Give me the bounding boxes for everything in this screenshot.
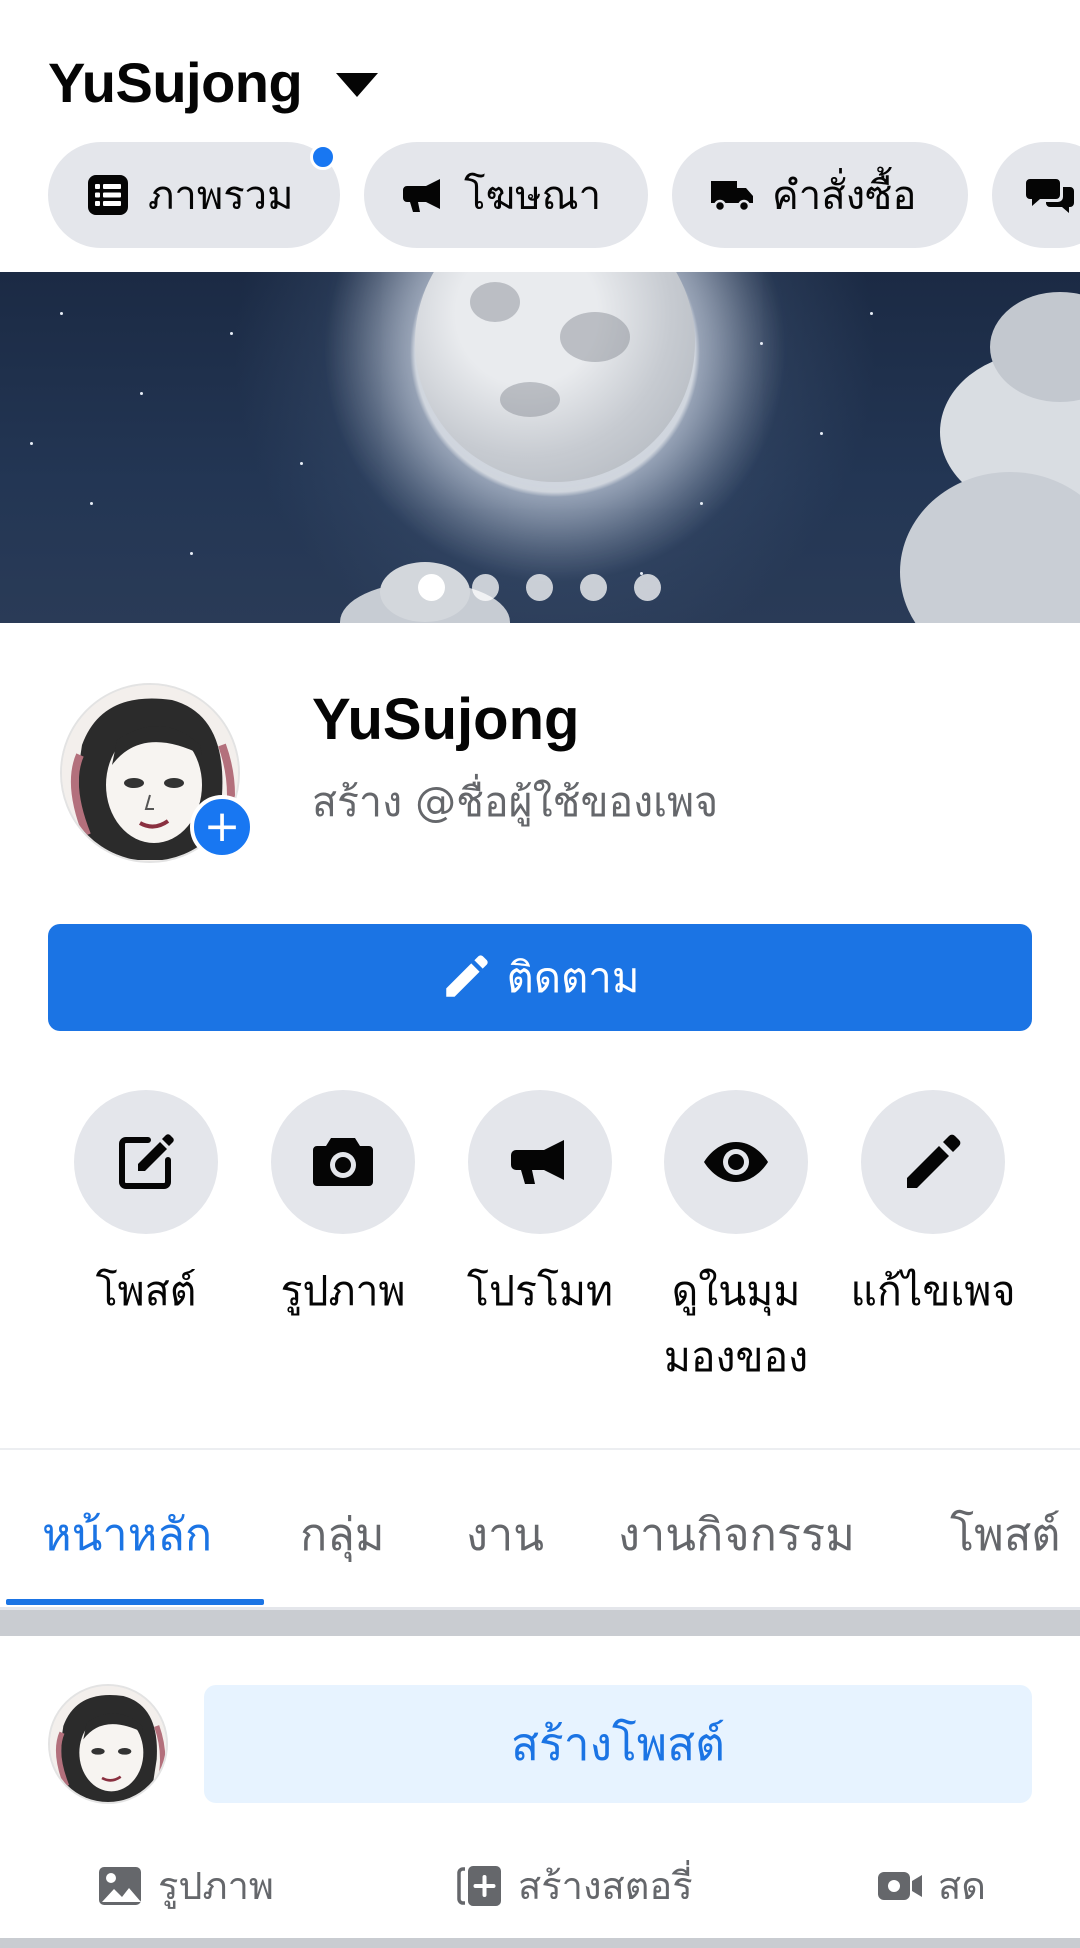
add-story-icon: [457, 1865, 501, 1906]
action-label: โปรโมท: [466, 1267, 614, 1315]
eye-icon: [704, 1142, 768, 1182]
create-username-link[interactable]: สร้าง @ชื่อผู้ใช้ของเพจ: [312, 770, 718, 835]
follow-button[interactable]: ติดตาม: [48, 924, 1032, 1031]
action-post-circle[interactable]: [74, 1090, 218, 1234]
star: [230, 332, 233, 335]
chip-label: คำสั่งซื้อ: [772, 173, 917, 219]
tab-events[interactable]: งานกิจกรรม: [618, 1498, 855, 1570]
slide-indicator: [418, 574, 661, 601]
edit-square-icon: [119, 1134, 174, 1189]
action-label: รูปภาพ: [280, 1267, 406, 1315]
photo-icon: [99, 1866, 141, 1905]
slide-dot: [472, 574, 499, 601]
star: [870, 312, 873, 315]
truck-icon: [711, 181, 753, 213]
action-photo[interactable]: รูปภาพ: [248, 1090, 438, 1324]
star: [30, 442, 33, 445]
star: [700, 502, 703, 505]
action-label: ดูในมุม มองของ: [641, 1258, 831, 1390]
section-separator: [0, 1610, 1080, 1636]
notification-dot: [310, 144, 336, 170]
action-photo-circle[interactable]: [271, 1090, 415, 1234]
slide-dot: [634, 574, 661, 601]
action-promote[interactable]: โปรโมท: [445, 1090, 635, 1324]
moon-crater: [500, 382, 560, 417]
star: [140, 392, 143, 395]
quick-label: สร้างสตอรี่: [518, 1864, 693, 1908]
star: [760, 342, 763, 345]
chip-label: โฆษณา: [464, 173, 602, 219]
cloud-shape: [900, 472, 1080, 623]
star: [60, 312, 63, 315]
action-label: แก้ไขเพจ: [850, 1267, 1016, 1315]
tab-home[interactable]: หน้าหลัก: [42, 1498, 212, 1570]
composer-avatar[interactable]: [48, 1684, 168, 1804]
action-edit-page[interactable]: แก้ไขเพจ: [838, 1090, 1028, 1324]
camera-icon: [313, 1138, 373, 1186]
moon-image: [415, 272, 695, 482]
action-view-as[interactable]: ดูในมุม มองของ: [641, 1090, 831, 1390]
live-video-icon: [878, 1871, 922, 1900]
chat-bubbles-icon: [1026, 179, 1074, 213]
moon-crater: [470, 282, 520, 322]
create-post-button[interactable]: สร้างโพสต์: [204, 1685, 1032, 1803]
pencil-icon: [446, 954, 489, 997]
star: [300, 462, 303, 465]
tab-jobs[interactable]: งาน: [466, 1498, 544, 1570]
page-actions: โพสต์ รูปภาพ โปรโมท ดูในมุม มองของ แก้ไข…: [0, 1090, 1080, 1390]
action-label-line2: มองของ: [663, 1333, 809, 1381]
pencil-icon: [907, 1134, 961, 1188]
star: [90, 502, 93, 505]
page-name: YuSujong: [48, 51, 303, 114]
action-promote-circle[interactable]: [468, 1090, 612, 1234]
action-label-line1: ดูในมุม: [671, 1267, 801, 1315]
moon-crater: [560, 312, 630, 362]
slide-dot: [526, 574, 553, 601]
avatar-portrait: [50, 1686, 166, 1802]
star: [820, 432, 823, 435]
section-separator: [0, 1938, 1080, 1948]
caret-down-icon: [336, 72, 379, 97]
active-tab-indicator: [6, 1599, 264, 1605]
megaphone-icon: [403, 179, 440, 212]
chip-messages[interactable]: [992, 142, 1080, 248]
chip-label: ภาพรวม: [148, 173, 294, 219]
action-post[interactable]: โพสต์: [51, 1090, 241, 1324]
chip-ads[interactable]: โฆษณา: [364, 142, 648, 248]
follow-label: ติดตาม: [506, 952, 640, 1002]
slide-dot: [418, 574, 445, 601]
quick-live-button[interactable]: สด: [876, 1855, 986, 1916]
add-photo-button[interactable]: +: [190, 795, 254, 859]
page-header: YuSujong ภาพรวม โฆษณา คำสั่งซื้อ: [0, 0, 1080, 272]
tab-groups[interactable]: กลุ่ม: [300, 1498, 385, 1570]
page-tabs: หน้าหลัก กลุ่ม งาน งานกิจกรรม โพสต์: [0, 1450, 1080, 1608]
shortcut-chips: ภาพรวม โฆษณา คำสั่งซื้อ: [48, 142, 1080, 248]
profile-name: YuSujong: [312, 687, 580, 752]
cover-photo[interactable]: [0, 272, 1080, 623]
list-icon: [88, 175, 128, 215]
page-switcher[interactable]: YuSujong: [48, 50, 379, 115]
chip-orders[interactable]: คำสั่งซื้อ: [672, 142, 968, 248]
megaphone-icon: [511, 1140, 564, 1184]
action-edit-page-circle[interactable]: [861, 1090, 1005, 1234]
slide-dot: [580, 574, 607, 601]
quick-label: รูปภาพ: [158, 1864, 274, 1908]
quick-label: สด: [938, 1864, 986, 1908]
tab-posts[interactable]: โพสต์: [950, 1498, 1061, 1570]
action-view-as-circle[interactable]: [664, 1090, 808, 1234]
chip-overview[interactable]: ภาพรวม: [48, 142, 340, 248]
quick-photo-button[interactable]: รูปภาพ: [96, 1855, 274, 1916]
star: [190, 552, 193, 555]
action-label: โพสต์: [95, 1267, 197, 1315]
quick-story-button[interactable]: สร้างสตอรี่: [456, 1855, 693, 1916]
